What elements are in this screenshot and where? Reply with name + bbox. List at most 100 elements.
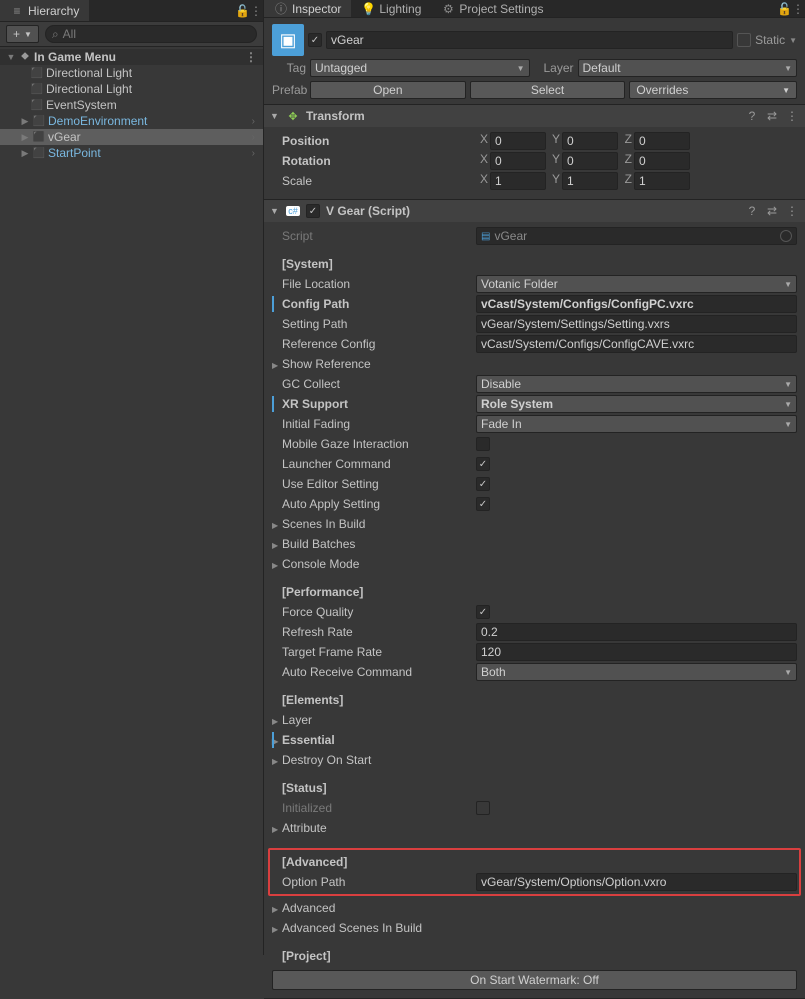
xr-dropdown[interactable]: Role System▼	[476, 395, 797, 413]
tree-row[interactable]: ▶ ⬛ vGear ›	[0, 129, 263, 145]
chevron-right-icon[interactable]: ›	[252, 132, 259, 143]
transform-icon: ✥	[286, 110, 300, 123]
editor-checkbox[interactable]: ✓	[476, 477, 490, 491]
script-file-icon: ▤	[481, 231, 490, 242]
rot-y-field[interactable]: 0	[562, 152, 618, 170]
pos-x-field[interactable]: 0	[490, 132, 546, 150]
config-path-field[interactable]: vCast/System/Configs/ConfigPC.vxrc	[476, 295, 797, 313]
force-q-checkbox[interactable]: ✓	[476, 605, 490, 619]
watermark-button[interactable]: On Start Watermark: Off	[272, 970, 797, 990]
target-fr-field[interactable]: 120	[476, 643, 797, 661]
scale-z-field[interactable]: 1	[634, 172, 690, 190]
item-label: DemoEnvironment	[48, 114, 147, 128]
scene-row[interactable]: ▼ ⯁ In Game Menu ⋮	[0, 49, 263, 65]
tree-row[interactable]: ⬛ Directional Light	[0, 81, 263, 97]
search-placeholder: All	[63, 27, 76, 41]
apply-checkbox[interactable]: ✓	[476, 497, 490, 511]
foldout-icon[interactable]: ▼	[6, 52, 16, 62]
foldout-icon[interactable]: ▶	[20, 148, 30, 159]
attribute-label[interactable]: ▶Attribute	[272, 821, 472, 835]
gaze-checkbox[interactable]	[476, 437, 490, 451]
apply-label: Auto Apply Setting	[272, 497, 472, 511]
chevron-down-icon[interactable]: ▼	[789, 36, 797, 45]
chevron-down-icon: ▼	[784, 280, 792, 289]
menu-icon[interactable]: ⋮	[785, 109, 799, 123]
setting-path-field[interactable]: vGear/System/Settings/Setting.vxrs	[476, 315, 797, 333]
script-object-field[interactable]: ▤vGear	[476, 227, 797, 245]
vgear-header[interactable]: ▼ c# ✓ V Gear (Script) ? ⇄ ⋮	[264, 200, 805, 222]
static-checkbox[interactable]	[737, 33, 751, 47]
option-path-label: Option Path	[272, 875, 472, 889]
destroy-label[interactable]: ▶Destroy On Start	[272, 753, 472, 767]
editor-label: Use Editor Setting	[272, 477, 472, 491]
essential-label[interactable]: ▶Essential	[272, 733, 472, 747]
tab-inspector-label: Inspector	[292, 2, 341, 16]
lock-icon[interactable]: 🔓	[777, 2, 791, 16]
create-button[interactable]: + ▼	[6, 25, 39, 43]
scale-y-field[interactable]: 1	[562, 172, 618, 190]
pos-z-field[interactable]: 0	[634, 132, 690, 150]
launcher-checkbox[interactable]: ✓	[476, 457, 490, 471]
chevron-down-icon: ▼	[784, 420, 792, 429]
lock-icon[interactable]: 🔓	[235, 4, 249, 18]
tree-row[interactable]: ▶ ⬛ StartPoint ›	[0, 145, 263, 161]
chevron-right-icon[interactable]: ›	[252, 148, 259, 159]
tab-hierarchy[interactable]: ≡ Hierarchy	[0, 0, 89, 21]
gc-label: GC Collect	[272, 377, 472, 391]
layer-dropdown[interactable]: Default▼	[578, 59, 798, 77]
tree-row[interactable]: ▶ ⬛ DemoEnvironment ›	[0, 113, 263, 129]
active-checkbox[interactable]: ✓	[308, 33, 322, 47]
search-input[interactable]: ⌕ All	[45, 25, 257, 43]
panel-menu-icon[interactable]: ⋮	[249, 4, 263, 18]
help-icon[interactable]: ?	[745, 109, 759, 123]
adv-scenes-label[interactable]: ▶Advanced Scenes In Build	[272, 921, 422, 935]
panel-menu-icon[interactable]: ⋮	[791, 2, 805, 16]
chevron-right-icon[interactable]: ›	[252, 116, 259, 127]
option-path-field[interactable]: vGear/System/Options/Option.vxro	[476, 873, 797, 891]
preset-icon[interactable]: ⇄	[765, 204, 779, 218]
name-field[interactable]: vGear	[326, 31, 733, 49]
fade-dropdown[interactable]: Fade In▼	[476, 415, 797, 433]
console-label[interactable]: ▶Console Mode	[272, 557, 472, 571]
tab-inspector[interactable]: ⓘ Inspector	[264, 0, 351, 17]
enable-checkbox[interactable]: ✓	[306, 204, 320, 218]
layer-label: Layer	[534, 61, 574, 75]
scale-x-field[interactable]: 1	[490, 172, 546, 190]
auto-rec-dropdown[interactable]: Both▼	[476, 663, 797, 681]
foldout-icon[interactable]: ▶	[20, 132, 30, 143]
file-location-dropdown[interactable]: Votanic Folder▼	[476, 275, 797, 293]
script-label: Script	[272, 229, 472, 243]
menu-icon[interactable]: ⋮	[785, 204, 799, 218]
show-ref-label: ▶Show Reference	[272, 357, 472, 371]
batches-label[interactable]: ▶Build Batches	[272, 537, 472, 551]
help-icon[interactable]: ?	[745, 204, 759, 218]
section-elements: [Elements]	[272, 693, 472, 707]
prefab-select-button[interactable]: Select	[470, 81, 626, 99]
tab-lighting[interactable]: 💡 Lighting	[351, 0, 431, 17]
rot-x-field[interactable]: 0	[490, 152, 546, 170]
transform-title: Transform	[306, 109, 739, 123]
gc-dropdown[interactable]: Disable▼	[476, 375, 797, 393]
prefab-overrides-button[interactable]: Overrides▼	[629, 81, 797, 99]
tag-dropdown[interactable]: Untagged▼	[310, 59, 530, 77]
object-picker-icon[interactable]	[780, 230, 792, 242]
refresh-field[interactable]: 0.2	[476, 623, 797, 641]
section-status: [Status]	[272, 781, 472, 795]
tree-row[interactable]: ⬛ EventSystem	[0, 97, 263, 113]
config-path-label: Config Path	[272, 297, 472, 311]
scenes-label[interactable]: ▶Scenes In Build	[272, 517, 472, 531]
tab-project-settings[interactable]: ⚙ Project Settings	[431, 0, 553, 17]
layer-fold-label[interactable]: ▶Layer	[272, 713, 472, 727]
ref-config-field[interactable]: vCast/System/Configs/ConfigCAVE.vxrc	[476, 335, 797, 353]
advanced-label[interactable]: ▶Advanced	[272, 901, 472, 915]
item-label: EventSystem	[46, 98, 117, 112]
transform-header[interactable]: ▼ ✥ Transform ? ⇄ ⋮	[264, 105, 805, 127]
scene-menu-icon[interactable]: ⋮	[243, 50, 259, 64]
prefab-open-button[interactable]: Open	[310, 81, 466, 99]
foldout-icon[interactable]: ▶	[20, 116, 30, 127]
preset-icon[interactable]: ⇄	[765, 109, 779, 123]
rot-z-field[interactable]: 0	[634, 152, 690, 170]
script-title: V Gear (Script)	[326, 204, 739, 218]
tree-row[interactable]: ⬛ Directional Light	[0, 65, 263, 81]
pos-y-field[interactable]: 0	[562, 132, 618, 150]
